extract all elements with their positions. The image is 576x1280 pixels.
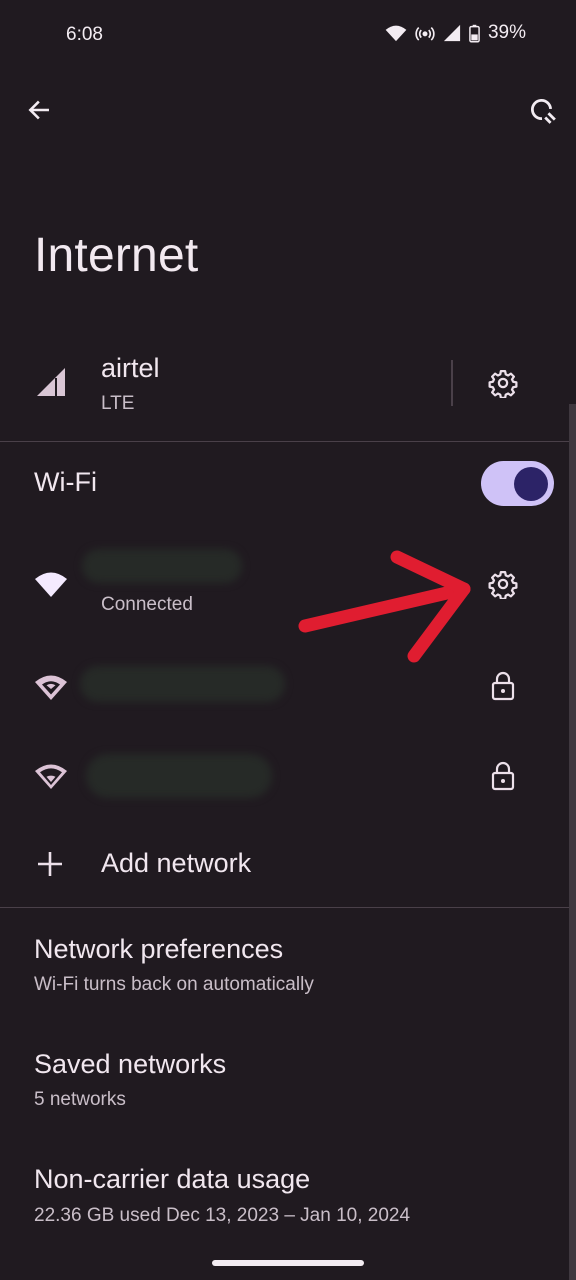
annotation-arrow <box>298 550 471 663</box>
saved-networks-title: Saved networks <box>34 1049 227 1079</box>
gear-icon <box>488 571 518 599</box>
network-name-redacted <box>86 754 272 798</box>
lock-icon <box>491 671 515 701</box>
sim-network-type: LTE <box>101 393 135 414</box>
wifi-icon <box>35 675 67 700</box>
page-title: Internet <box>34 229 199 282</box>
back-button[interactable] <box>11 82 67 138</box>
help-search-icon <box>531 98 556 124</box>
divider-vertical <box>451 360 453 406</box>
network-status: Connected <box>101 594 193 615</box>
help-button[interactable] <box>514 82 570 138</box>
network-preferences-title: Network preferences <box>34 934 284 964</box>
sim-settings-button[interactable] <box>475 355 531 411</box>
cell-signal-status-icon <box>443 24 461 42</box>
status-icons: 39% <box>385 22 526 44</box>
network-settings-button[interactable] <box>475 556 531 612</box>
network-preferences-subtitle: Wi-Fi turns back on automatically <box>34 974 314 995</box>
data-usage-subtitle: 22.36 GB used Dec 13, 2023 – Jan 10, 202… <box>34 1205 411 1226</box>
cell-signal-icon <box>37 368 65 396</box>
plus-icon <box>38 852 62 876</box>
sim-row[interactable] <box>0 340 450 430</box>
wifi-icon <box>35 572 67 597</box>
wifi-icon <box>35 764 67 789</box>
battery-percent: 39% <box>487 22 526 43</box>
add-network-label: Add network <box>101 848 252 878</box>
hotspot-icon <box>415 26 435 41</box>
section-divider <box>0 441 576 442</box>
status-time: 6:08 <box>66 24 103 45</box>
wifi-status-icon <box>385 25 407 42</box>
network-name-redacted <box>82 549 242 583</box>
scrollbar[interactable] <box>569 404 576 1280</box>
wifi-toggle-thumb <box>514 467 548 501</box>
section-divider <box>0 907 576 908</box>
lock-icon <box>491 761 515 791</box>
saved-networks-subtitle: 5 networks <box>34 1089 126 1110</box>
add-network-row[interactable] <box>0 824 568 904</box>
battery-icon <box>469 24 480 42</box>
network-name-redacted <box>80 666 285 702</box>
wifi-label: Wi-Fi <box>34 467 97 497</box>
gear-icon <box>488 370 518 398</box>
arrow-left-icon <box>28 100 49 120</box>
gesture-navigation-bar[interactable] <box>212 1260 364 1266</box>
data-usage-title: Non-carrier data usage <box>34 1164 311 1194</box>
sim-carrier: airtel <box>101 353 160 383</box>
